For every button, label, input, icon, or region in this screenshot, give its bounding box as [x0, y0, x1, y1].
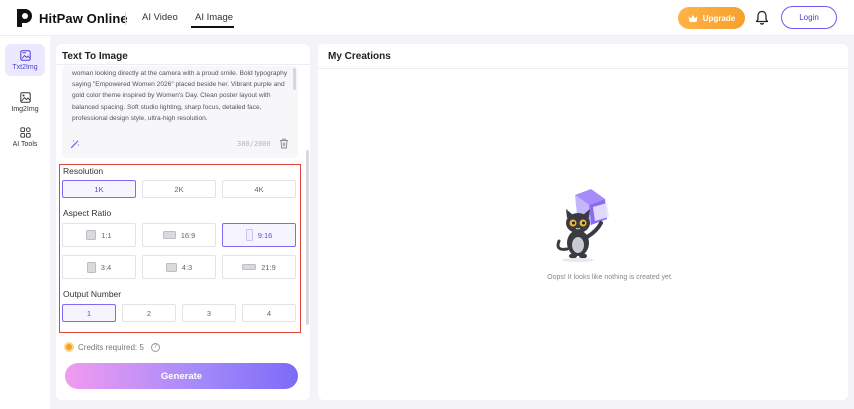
output-option-3[interactable]: 3: [182, 304, 236, 322]
rail-item-img2img[interactable]: Img2Img: [5, 86, 45, 118]
square-ratio-icon: [86, 230, 97, 240]
bell-icon[interactable]: [755, 10, 769, 25]
crown-icon: [688, 14, 698, 22]
portrait-ratio-icon: [86, 261, 96, 273]
active-tab-indicator: [191, 26, 234, 28]
aspect-label-21-9: 21:9: [261, 262, 276, 272]
credits-info: Credits required: 5 ?: [64, 342, 160, 352]
credits-text: Credits required: 5: [78, 342, 144, 352]
landscape-ratio-icon: [165, 262, 177, 272]
top-header: HitPaw Online AI Video AI Image Upgrade …: [0, 0, 854, 36]
generate-button[interactable]: Generate: [65, 363, 298, 389]
aspect-label-9-16: 9:16: [257, 230, 273, 240]
aspect-option-21-9[interactable]: 21:9: [222, 255, 296, 279]
creations-title: My Creations: [328, 51, 391, 62]
empty-state-cat-illustration: [556, 189, 609, 262]
brand-name: HitPaw Online: [39, 10, 128, 26]
aspect-option-1-1[interactable]: 1:1: [62, 223, 136, 247]
aspect-label-1-1: 1:1: [101, 230, 112, 240]
aspect-option-4-3[interactable]: 4:3: [142, 255, 216, 279]
brand-logo[interactable]: HitPaw Online: [16, 8, 128, 28]
image-to-image-icon: [19, 91, 31, 103]
aspect-option-16-9[interactable]: 16:9: [142, 223, 216, 247]
rail-label-img2img: Img2Img: [11, 105, 39, 113]
upgrade-button[interactable]: Upgrade: [678, 7, 745, 29]
rail-item-txt2img[interactable]: Txt2Img: [5, 44, 45, 76]
rail-label-ai-tools: AI Tools: [12, 140, 38, 148]
aspect-ratio-label: Aspect Ratio: [63, 208, 112, 218]
help-icon[interactable]: ?: [150, 342, 160, 352]
ultrawide-ratio-icon: [242, 264, 257, 270]
aspect-option-9-16[interactable]: 9:16: [222, 223, 296, 247]
panel-divider: [56, 64, 310, 65]
resolution-option-1k[interactable]: 1K: [62, 180, 136, 198]
tab-ai-image[interactable]: AI Image: [195, 12, 233, 23]
panel-scrollbar[interactable]: [306, 150, 309, 325]
resolution-label: Resolution: [63, 166, 104, 176]
prompt-scrollbar[interactable]: [293, 68, 296, 90]
aspect-label-4-3: 4:3: [181, 262, 193, 272]
login-button[interactable]: Login: [781, 6, 837, 29]
portrait-ratio-icon: [245, 229, 253, 241]
empty-state-message: Oops! It looks like nothing is created y…: [547, 274, 673, 281]
output-option-1[interactable]: 1: [62, 304, 116, 322]
prompt-text[interactable]: woman looking directly at the camera wit…: [72, 68, 290, 124]
output-option-4[interactable]: 4: [242, 304, 296, 322]
creations-divider: [318, 68, 848, 69]
hitpaw-logo-icon: [17, 9, 32, 27]
header-divider: [125, 12, 126, 25]
landscape-ratio-icon: [162, 231, 176, 239]
panel-title: Text To Image: [62, 51, 128, 62]
upgrade-label: Upgrade: [702, 13, 736, 23]
character-count: 380/2000: [237, 140, 271, 148]
aspect-option-3-4[interactable]: 3:4: [62, 255, 136, 279]
trash-icon[interactable]: [279, 138, 289, 149]
aspect-label-3-4: 3:4: [100, 262, 112, 272]
output-number-label: Output Number: [63, 289, 122, 299]
resolution-option-2k[interactable]: 2K: [142, 180, 216, 198]
magic-wand-icon[interactable]: [70, 139, 80, 149]
text-to-image-icon: [19, 49, 31, 61]
resolution-option-4k[interactable]: 4K: [222, 180, 296, 198]
rail-label-txt2img: Txt2Img: [12, 63, 38, 71]
rail-item-ai-tools[interactable]: AI Tools: [5, 121, 45, 153]
grid-icon: [19, 126, 31, 138]
tab-ai-video[interactable]: AI Video: [142, 12, 178, 23]
aspect-label-16-9: 16:9: [180, 230, 196, 240]
coin-icon: [64, 342, 74, 352]
output-option-2[interactable]: 2: [122, 304, 176, 322]
left-rail: Txt2Img Img2Img AI Tools: [0, 36, 50, 409]
